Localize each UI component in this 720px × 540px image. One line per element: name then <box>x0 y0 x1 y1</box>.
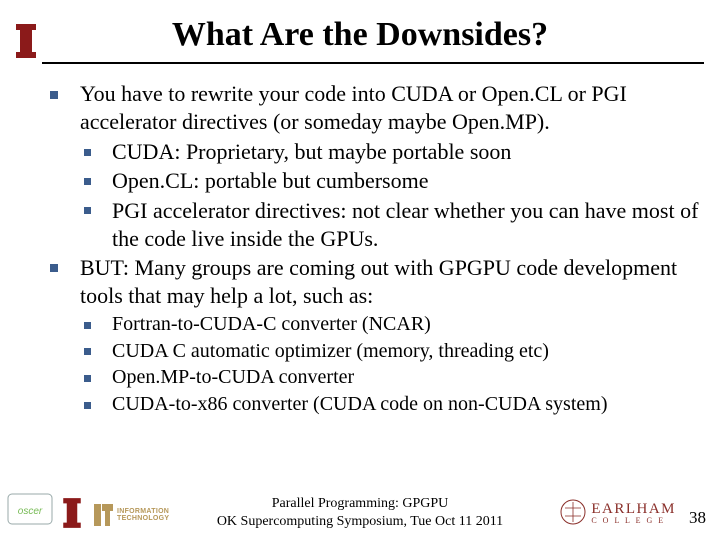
bullet-level-2: CUDA: Proprietary, but maybe portable so… <box>50 138 700 166</box>
bullet-square-icon <box>84 402 91 409</box>
bullet-level-2: CUDA C automatic optimizer (memory, thre… <box>50 339 700 365</box>
bullet-square-icon <box>84 348 91 355</box>
bullet-square-icon <box>84 375 91 382</box>
bullet-level-2: CUDA-to-x86 converter (CUDA code on non-… <box>50 392 700 418</box>
bullet-level-2: PGI accelerator directives: not clear wh… <box>50 197 700 253</box>
bullet-text: CUDA: Proprietary, but maybe portable so… <box>112 139 511 164</box>
title-rule <box>42 62 704 64</box>
bullet-square-icon <box>84 149 91 156</box>
bullet-text: Fortran-to-CUDA-C converter (NCAR) <box>112 313 431 335</box>
bullet-square-icon <box>50 91 58 99</box>
earlham-text: EARLHAM C O L L E G E <box>591 500 676 525</box>
ou-logo-icon <box>10 22 42 60</box>
bullet-square-icon <box>84 322 91 329</box>
bullet-text: PGI accelerator directives: not clear wh… <box>112 198 698 251</box>
bullet-text: Open.MP-to-CUDA converter <box>112 366 354 388</box>
bullet-level-1: BUT: Many groups are coming out with GPG… <box>50 254 700 310</box>
bullet-text: Open.CL: portable but cumbersome <box>112 168 428 193</box>
title-area: What Are the Downsides? <box>0 0 720 54</box>
bullet-text: CUDA-to-x86 converter (CUDA code on non-… <box>112 393 607 415</box>
page-number: 38 <box>689 508 706 528</box>
slide-title: What Are the Downsides? <box>0 16 720 54</box>
footer: oscer INFORMATION TECHNOLOGY Parallel Pr… <box>0 484 720 536</box>
bullet-level-2: Open.CL: portable but cumbersome <box>50 167 700 195</box>
slide: What Are the Downsides? You have to rewr… <box>0 0 720 540</box>
bullet-text: You have to rewrite your code into CUDA … <box>80 81 627 134</box>
bullet-square-icon <box>50 264 58 272</box>
earlham-logo-icon: EARLHAM C O L L E G E <box>559 498 676 526</box>
bullet-text: CUDA C automatic optimizer (memory, thre… <box>112 340 549 362</box>
bullet-square-icon <box>84 207 91 214</box>
bullet-square-icon <box>84 178 91 185</box>
bullet-level-2: Open.MP-to-CUDA converter <box>50 365 700 391</box>
bullet-level-1: You have to rewrite your code into CUDA … <box>50 80 700 136</box>
slide-body: You have to rewrite your code into CUDA … <box>50 80 700 419</box>
bullet-level-2: Fortran-to-CUDA-C converter (NCAR) <box>50 312 700 338</box>
bullet-text: BUT: Many groups are coming out with GPG… <box>80 255 677 308</box>
